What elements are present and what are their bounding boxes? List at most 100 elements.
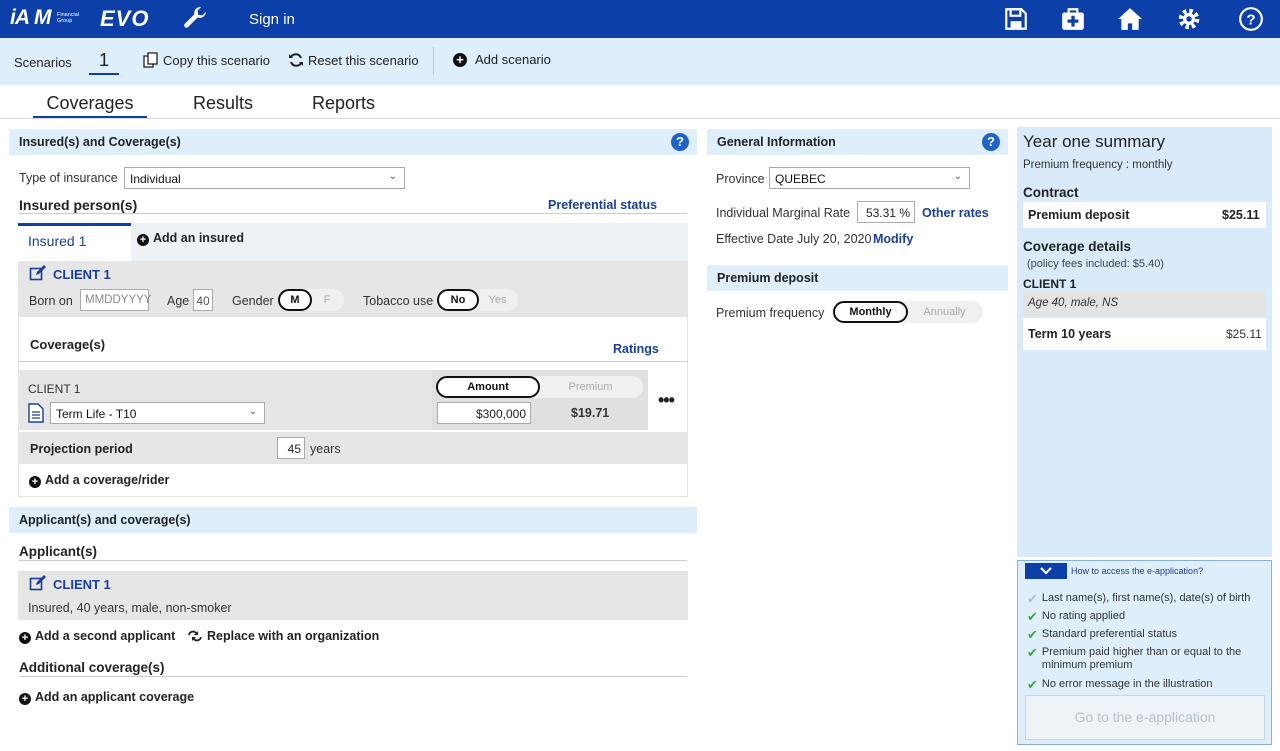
province-value: QUEBEC [775,172,826,186]
summary-client-name: CLIENT 1 [1023,277,1077,291]
collapse-button[interactable] [1025,563,1067,579]
check-icon: ✔ [1027,609,1038,624]
home-icon[interactable] [1117,6,1143,32]
gear-icon[interactable] [1176,6,1202,32]
reset-scenario-label: Reset this scenario [308,52,419,68]
summary-client-desc: Age 40, male, NS [1028,297,1119,309]
tab-results[interactable]: Results [193,93,253,114]
coverage-amount-input[interactable]: $300,000 [437,402,531,424]
add-coverage-button[interactable]: + Add a coverage/rider [29,473,169,488]
other-rates-link[interactable]: Other rates [922,206,989,220]
add-scenario-button[interactable]: + Add scenario [453,52,551,67]
add-insured-label: Add an insured [153,231,244,245]
tab-reports[interactable]: Reports [312,93,375,114]
term-value: $25.11 [1226,327,1262,341]
age-input[interactable]: 40 [193,289,213,311]
premium-deposit-title: Premium deposit [717,271,819,285]
help-icon[interactable]: ? [671,133,689,151]
eapp-check-text: Last name(s), first name(s), date(s) of … [1041,592,1251,604]
coverages-heading: Coverage(s) [30,337,106,352]
logo-mark: M [34,6,52,29]
scenario-tab-1[interactable]: 1 [89,50,119,75]
eapp-check-item: ✔ No rating applied [1027,610,1267,623]
logo-subtitle: Financial Group [57,12,80,24]
term-label: Term 10 years [1028,327,1112,341]
plus-circle-icon: + [19,693,31,705]
gender-f-option[interactable]: F [312,289,342,311]
summary-frequency: Premium frequency : monthly [1023,159,1173,171]
edit-icon[interactable] [29,575,46,592]
tobacco-yes-option[interactable]: Yes [479,289,516,311]
chevron-down-icon: ⌄ [953,171,962,182]
save-icon[interactable] [1003,6,1029,32]
born-on-input[interactable]: MMDDYYYY [80,289,151,311]
chevron-down-icon: ⌄ [248,406,257,417]
monthly-option[interactable]: Monthly [833,301,908,323]
logo: iA [10,6,30,29]
divider [433,47,434,75]
edit-icon[interactable] [29,265,46,282]
tab-insured-1[interactable]: Insured 1 [18,223,131,261]
eapp-check-text: No error message in the illustration [1041,678,1213,690]
age-label: Age [167,294,190,308]
preferential-status-link[interactable]: Preferential status [548,198,657,212]
add-second-applicant-label: Add a second applicant [35,629,176,643]
province-label: Province [716,172,765,186]
eapp-check-text: Standard preferential status [1041,628,1178,640]
wrench-icon[interactable] [182,6,208,32]
gender-m-option[interactable]: M [278,289,312,311]
eapp-check-text: Premium paid higher than or equal to the… [1041,646,1242,671]
insured-persons-heading: Insured person(s) [19,197,138,213]
premium-deposit-value: $25.11 [1222,208,1260,222]
applicant-client-name: CLIENT 1 [53,577,111,592]
province-select[interactable]: QUEBEC ⌄ [769,167,970,189]
tobacco-no-option[interactable]: No [437,289,479,311]
annually-option[interactable]: Annually [908,301,981,323]
client-name: CLIENT 1 [53,267,111,282]
help-icon[interactable]: ? [982,133,1000,151]
scenarios-label: Scenarios [14,55,72,70]
add-coverage-label: Add a coverage/rider [45,473,170,487]
swap-icon [188,630,202,642]
applicants-heading: Applicant(s) [19,544,98,559]
premium-frequency-label: Premium frequency [716,306,825,320]
tab-coverages[interactable]: Coverages [33,93,147,119]
modify-date-link[interactable]: Modify [873,232,913,246]
document-icon [28,403,44,423]
general-info-title: General Information [717,135,836,149]
help-circle-icon[interactable]: ? [1238,6,1264,32]
reset-scenario-button[interactable]: Reset this scenario [288,52,419,68]
more-options-icon[interactable]: ••• [658,390,675,411]
amount-premium-toggle[interactable]: Amount Premium [436,376,643,398]
replace-organization-button[interactable]: Replace with an organization [188,629,379,643]
premium-frequency-toggle[interactable]: Monthly Annually [833,301,983,323]
divider [19,676,687,677]
premium-option[interactable]: Premium [540,376,641,398]
type-of-insurance-select[interactable]: Individual ⌄ [124,167,405,189]
eapp-help-link[interactable]: How to access the e-application? [1071,566,1203,576]
marginal-rate-input[interactable]: 53.31 % [857,201,915,223]
add-applicant-coverage-button[interactable]: + Add an applicant coverage [19,690,194,705]
ratings-link[interactable]: Ratings [613,342,659,356]
gender-toggle[interactable]: M F [278,289,344,311]
coverage-product-value: Term Life - T10 [56,407,137,421]
effective-date-label: Effective Date July 20, 2020 [716,232,872,246]
marginal-rate-label: Individual Marginal Rate [716,206,851,220]
app-name: EVO [100,6,150,31]
tobacco-label: Tobacco use [363,294,434,308]
add-second-applicant-button[interactable]: + Add a second applicant [19,629,175,644]
born-on-label: Born on [29,294,73,308]
copy-scenario-button[interactable]: Copy this scenario [143,52,270,68]
premium-deposit-header: Premium deposit [707,265,1008,291]
projection-period-input[interactable]: 45 [277,437,305,459]
coverage-premium-value: $19.71 [571,406,610,420]
sign-in-link[interactable]: Sign in [249,11,295,28]
add-insured-button[interactable]: + Add an insured [137,231,244,246]
medical-kit-icon[interactable] [1060,6,1086,32]
coverage-client-label: CLIENT 1 [28,382,81,396]
amount-option[interactable]: Amount [436,376,540,398]
go-to-eapp-button[interactable]: Go to the e-application [1025,695,1265,740]
summary-title: Year one summary [1023,132,1166,151]
coverage-product-select[interactable]: Term Life - T10 ⌄ [50,402,265,424]
tobacco-toggle[interactable]: No Yes [437,289,518,311]
